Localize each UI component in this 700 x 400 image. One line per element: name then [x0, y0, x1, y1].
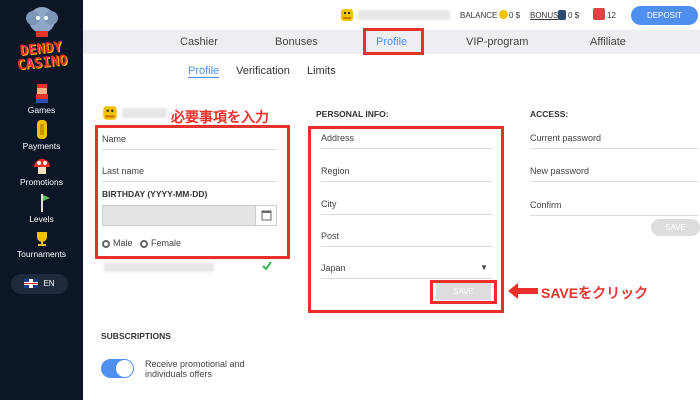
sidebar-item-label: Promotions: [20, 177, 63, 187]
subtab-limits[interactable]: Limits: [307, 65, 336, 77]
region-field[interactable]: Region: [321, 166, 492, 182]
male-radio[interactable]: [102, 239, 110, 248]
current-password-field[interactable]: Current password: [530, 133, 698, 149]
new-password-placeholder: New password: [530, 166, 590, 176]
gift-count: 12: [607, 11, 616, 20]
tab-profile[interactable]: Profile: [376, 36, 407, 48]
sidebar-item-payments[interactable]: Payments: [0, 120, 83, 151]
subscriptions-title: SUBSCRIPTIONS: [101, 331, 171, 341]
elephant-logo-icon[interactable]: [26, 4, 58, 38]
sidebar-item-levels[interactable]: Levels: [0, 194, 83, 224]
country-value: Japan: [321, 263, 346, 273]
mushroom-icon: [33, 159, 50, 174]
tab-affiliate[interactable]: Affiliate: [590, 36, 626, 48]
gender-male-option[interactable]: Male: [102, 238, 133, 248]
sidebar-item-label: Tournaments: [16, 249, 67, 259]
language-label: EN: [43, 279, 55, 288]
last-name-field[interactable]: Last name: [102, 166, 277, 182]
verified-check-icon: [262, 261, 272, 271]
post-field[interactable]: Post: [321, 231, 492, 247]
name-field[interactable]: Name: [102, 134, 277, 150]
promo-offers-label: Receive promotional and individuals offe…: [145, 359, 245, 379]
sidebar-item-promotions[interactable]: Promotions: [0, 158, 83, 187]
confirm-password-field[interactable]: Confirm: [530, 200, 698, 216]
username-redacted: [358, 10, 450, 20]
access-save-button[interactable]: SAVE: [651, 219, 700, 236]
dropdown-arrow-icon: ▼: [480, 263, 488, 272]
balance-value: 0 $: [509, 11, 521, 20]
birthday-label: BIRTHDAY (YYYY-MM-DD): [102, 189, 208, 199]
personal-save-button[interactable]: SAVE: [436, 283, 491, 300]
gift-icon[interactable]: [593, 8, 605, 20]
sidebar-item-label: Payments: [22, 141, 61, 151]
name-placeholder: Name: [102, 134, 127, 144]
access-title: ACCESS:: [530, 109, 569, 119]
tab-cashier[interactable]: Cashier: [180, 36, 218, 48]
sidebar-item-label: Games: [27, 105, 56, 115]
uk-flag-icon: [24, 279, 39, 289]
subtab-profile[interactable]: Profile: [188, 65, 220, 78]
female-radio[interactable]: [140, 239, 148, 248]
bonus-value: 0 $: [568, 11, 580, 20]
address-placeholder: Address: [321, 133, 355, 143]
post-placeholder: Post: [321, 231, 340, 241]
language-selector[interactable]: EN: [11, 274, 68, 294]
left-arrow-icon: [508, 283, 538, 299]
sidebar-item-games[interactable]: Games: [0, 84, 83, 115]
new-password-field[interactable]: New password: [530, 166, 698, 182]
current-password-placeholder: Current password: [530, 133, 602, 143]
click-save-annotation: SAVEをクリック: [541, 285, 649, 301]
email-redacted: [104, 263, 214, 272]
region-placeholder: Region: [321, 166, 350, 176]
profile-username-redacted: [122, 108, 167, 118]
deposit-button[interactable]: DEPOSIT: [631, 6, 698, 25]
gender-female-option[interactable]: Female: [140, 238, 181, 248]
city-placeholder: City: [321, 199, 337, 209]
calendar-icon: [261, 210, 272, 221]
bonus-link[interactable]: BONUS: [530, 11, 558, 20]
sidebar-item-tournaments[interactable]: Tournaments: [0, 231, 83, 259]
last-name-placeholder: Last name: [102, 166, 145, 176]
country-select[interactable]: Japan ▼: [321, 263, 492, 279]
toggle-knob: [116, 360, 133, 377]
personal-info-title: PERSONAL INFO:: [316, 109, 389, 119]
confirm-password-placeholder: Confirm: [530, 200, 562, 210]
city-field[interactable]: City: [321, 199, 492, 215]
address-field[interactable]: Address: [321, 133, 492, 149]
bonus-icon: [558, 10, 566, 20]
mario-icon: [35, 84, 48, 103]
promo-offers-toggle[interactable]: [101, 359, 134, 378]
calendar-button[interactable]: [255, 205, 277, 226]
profile-avatar-icon: [103, 106, 117, 120]
flag-icon: [40, 194, 50, 212]
sidebar-item-label: Levels: [29, 214, 54, 224]
birthday-input[interactable]: [102, 205, 277, 226]
user-avatar-icon[interactable]: [339, 7, 355, 23]
enter-required-annotation: 必要事項を入力: [171, 109, 269, 125]
tab-bonuses[interactable]: Bonuses: [275, 36, 318, 48]
coin-icon: [36, 120, 47, 139]
male-label: Male: [113, 238, 133, 248]
female-label: Female: [151, 238, 182, 248]
tab-vip-program[interactable]: VIP-program: [466, 36, 528, 48]
trophy-icon: [36, 232, 47, 246]
balance-coin-icon: [499, 10, 508, 19]
subtab-verification[interactable]: Verification: [236, 65, 290, 77]
balance-label: BALANCE: [460, 11, 498, 20]
